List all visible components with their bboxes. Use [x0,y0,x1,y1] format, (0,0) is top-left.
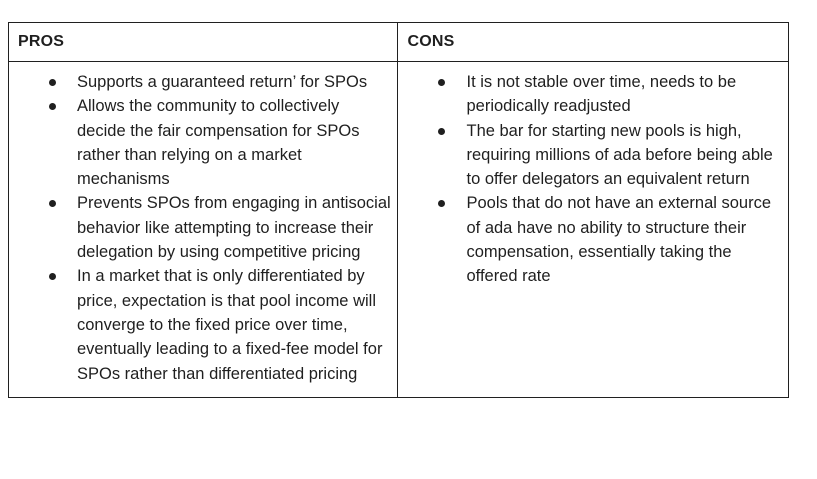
pros-cell: Supports a guaranteed return’ for SPOs A… [7,61,399,398]
pros-header: PROS [7,22,399,62]
pros-list-item: Supports a guaranteed return’ for SPOs [9,70,391,94]
pros-list-item: In a market that is only differentiated … [9,264,391,385]
pros-item-text: Prevents SPOs from engaging in antisocia… [77,194,391,262]
pros-item-text: In a market that is only differentiated … [77,267,383,383]
bullet-dot-icon [49,79,56,86]
cons-cell: It is not stable over time, needs to be … [397,61,789,398]
pros-cons-table: PROS CONS Supports a guaranteed return’ … [7,22,789,398]
pros-list-item: Prevents SPOs from engaging in antisocia… [9,191,391,264]
header-row: PROS CONS [7,22,789,62]
pros-item-text: Allows the community to collectively dec… [77,97,360,189]
bullet-dot-icon [438,127,446,135]
bullet-dot-icon [438,79,446,86]
pros-item-text: Supports a guaranteed return’ for SPOs [77,73,368,91]
cons-list: It is not stable over time, needs to be … [398,70,782,289]
cons-list-item: Pools that do not have an external sourc… [398,191,782,288]
pros-list-item: Allows the community to collectively dec… [9,94,391,191]
bullet-dot-icon [49,273,56,281]
cons-item-text: Pools that do not have an external sourc… [466,194,772,286]
cons-item-text: It is not stable over time, needs to be … [466,73,737,116]
cons-list-item: The bar for starting new pools is high, … [398,119,782,192]
cons-list-item: It is not stable over time, needs to be … [398,70,782,119]
bullet-dot-icon [49,103,56,111]
body-row: Supports a guaranteed return’ for SPOs A… [7,61,789,398]
bullet-dot-icon [49,200,56,208]
pros-list: Supports a guaranteed return’ for SPOs A… [9,70,391,386]
bullet-dot-icon [438,200,446,208]
cons-item-text: The bar for starting new pools is high, … [466,121,773,189]
cons-header: CONS [397,22,789,62]
